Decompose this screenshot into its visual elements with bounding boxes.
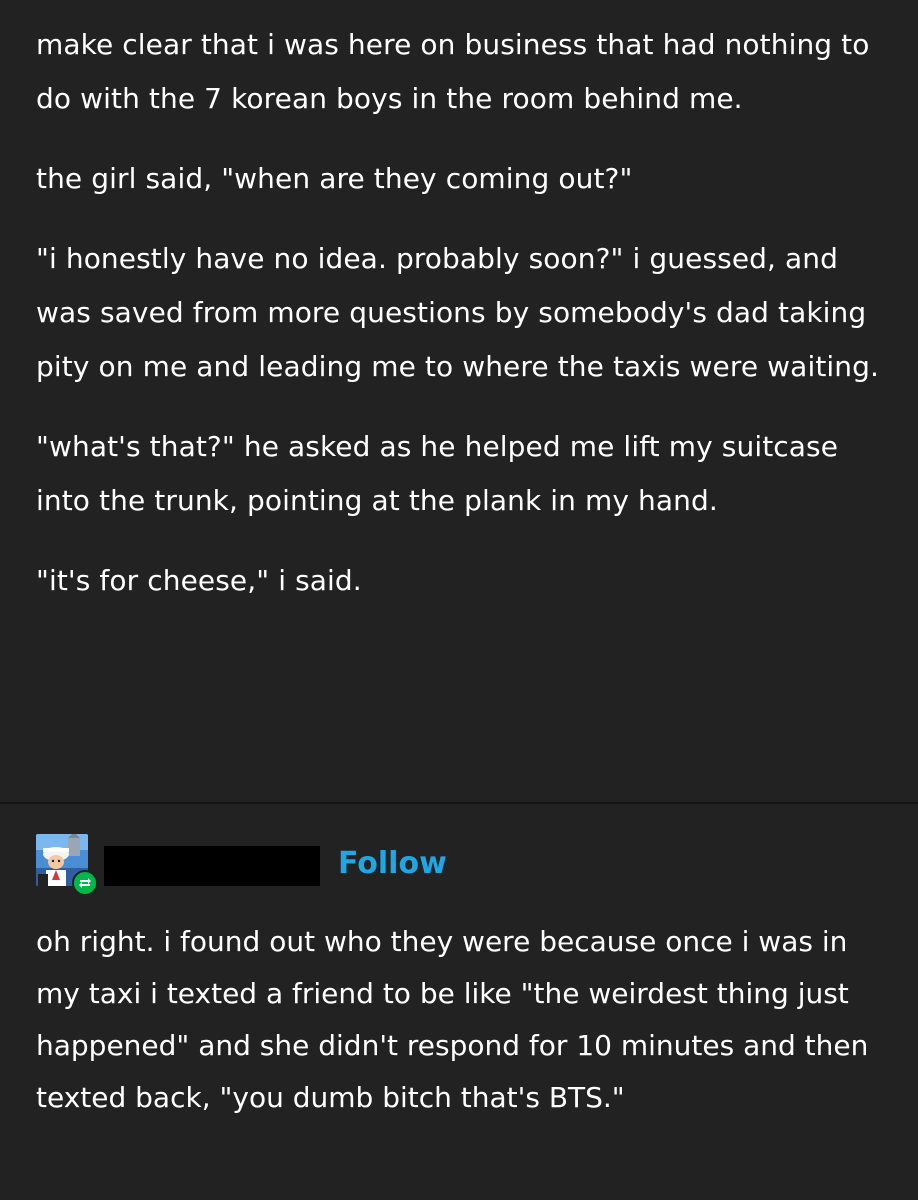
post-paragraph: make clear that i was here on business t… <box>36 28 870 115</box>
post-paragraph: "it's for cheese," i said. <box>36 564 362 597</box>
follow-button[interactable]: Follow <box>338 844 447 884</box>
redacted-username <box>104 846 320 886</box>
reblog-header: Follow <box>36 834 536 896</box>
post-content: make clear that i was here on business t… <box>0 0 918 802</box>
reblog-icon <box>72 870 98 896</box>
post-paragraph: the girl said, "when are they coming out… <box>36 162 633 195</box>
reblog-text: oh right. i found out who they were beca… <box>36 925 869 1114</box>
reblog-section: Follow oh right. i found out who they we… <box>0 804 918 1200</box>
post-paragraph: "i honestly have no idea. probably soon?… <box>36 242 879 383</box>
post-paragraph: "what's that?" he asked as he helped me … <box>36 430 839 517</box>
